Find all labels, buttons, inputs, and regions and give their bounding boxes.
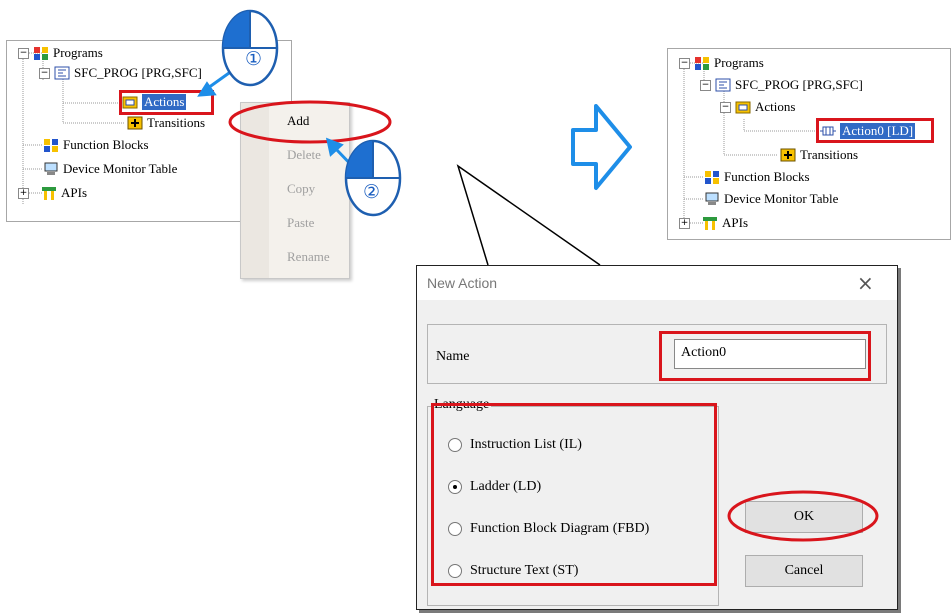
tree-item-apis[interactable]: + APIs <box>18 185 87 201</box>
transitions-folder-icon <box>127 116 143 130</box>
collapse-icon[interactable]: − <box>720 101 731 113</box>
function-blocks-icon <box>43 138 59 152</box>
tree-item-transitions[interactable]: Transitions <box>780 147 858 163</box>
programs-icon <box>694 56 710 70</box>
context-menu: Add Delete Copy Paste Rename <box>240 102 350 279</box>
tree-item-sfc-prog[interactable]: − SFC_PROG [PRG,SFC] <box>39 65 202 81</box>
tree-label: Function Blocks <box>724 169 810 184</box>
collapse-icon[interactable]: − <box>679 57 690 69</box>
dialog-titlebar: New Action × <box>417 266 897 300</box>
cancel-button[interactable]: Cancel <box>745 555 863 587</box>
tree-item-actions[interactable]: − Actions <box>720 99 795 115</box>
close-icon[interactable]: × <box>857 271 874 295</box>
programs-icon <box>33 46 49 60</box>
ok-button[interactable]: OK <box>745 501 863 533</box>
tree-label: SFC_PROG [PRG,SFC] <box>74 65 202 80</box>
tree-item-programs[interactable]: − Programs <box>679 55 764 71</box>
step-badge-2: ② <box>363 181 381 203</box>
tree-item-function-blocks[interactable]: Function Blocks <box>704 169 810 185</box>
menu-gutter <box>241 103 269 278</box>
callout-pointer <box>456 164 601 266</box>
function-blocks-icon <box>704 170 720 184</box>
tree-label: SFC_PROG [PRG,SFC] <box>735 77 863 92</box>
collapse-icon[interactable]: − <box>18 47 29 59</box>
sfc-program-icon <box>54 66 70 80</box>
dialog-title: New Action <box>427 275 498 291</box>
expand-icon[interactable]: + <box>18 187 29 199</box>
tree-item-sfc-prog[interactable]: − SFC_PROG [PRG,SFC] <box>700 77 863 93</box>
apis-icon <box>702 216 718 230</box>
actions-highlight <box>119 90 214 115</box>
collapse-icon[interactable]: − <box>700 79 711 91</box>
project-tree-after: − Programs − SFC_PROG [PRG,SFC] − Action… <box>667 48 951 240</box>
menu-item-delete[interactable]: Delete <box>287 147 321 163</box>
tree-item-transitions[interactable]: Transitions <box>127 115 205 131</box>
tree-label: Device Monitor Table <box>63 161 178 176</box>
tree-item-device-monitor-table[interactable]: Device Monitor Table <box>43 161 177 177</box>
tree-item-apis[interactable]: + APIs <box>679 215 748 231</box>
menu-item-paste[interactable]: Paste <box>287 215 314 231</box>
collapse-icon[interactable]: − <box>39 67 50 79</box>
tree-label: APIs <box>722 215 749 230</box>
step-badge-1: ① <box>245 48 263 70</box>
apis-icon <box>41 186 57 200</box>
menu-item-add[interactable]: Add <box>287 113 309 129</box>
language-group-highlight <box>431 403 717 586</box>
menu-item-copy[interactable]: Copy <box>287 181 315 197</box>
actions-folder-icon <box>735 100 751 114</box>
sfc-program-icon <box>715 78 731 92</box>
transitions-folder-icon <box>780 148 796 162</box>
tree-label: APIs <box>61 185 88 200</box>
expand-icon[interactable]: + <box>679 217 690 229</box>
monitor-icon <box>43 162 59 176</box>
action0-highlight <box>816 118 934 143</box>
next-arrow-icon <box>571 104 632 190</box>
tree-label: Programs <box>53 45 103 60</box>
tree-label: Device Monitor Table <box>724 191 839 206</box>
monitor-icon <box>704 192 720 206</box>
tree-label: Actions <box>755 99 796 114</box>
tree-item-function-blocks[interactable]: Function Blocks <box>43 137 149 153</box>
name-label: Name <box>436 349 470 364</box>
tree-label: Transitions <box>800 147 859 162</box>
mouse-click-icon-2 <box>344 139 402 217</box>
menu-item-rename[interactable]: Rename <box>287 249 330 265</box>
tree-label: Function Blocks <box>63 137 149 152</box>
tree-label: Transitions <box>147 115 206 130</box>
tree-item-programs[interactable]: − Programs <box>18 45 103 61</box>
tree-label: Programs <box>714 55 764 70</box>
name-input-highlight <box>659 331 871 381</box>
tree-item-device-monitor-table[interactable]: Device Monitor Table <box>704 191 838 207</box>
